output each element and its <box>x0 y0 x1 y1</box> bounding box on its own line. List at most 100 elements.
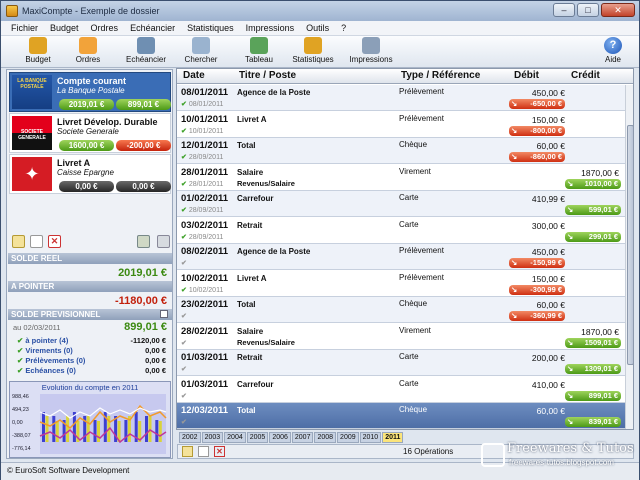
menu-item[interactable]: Statistiques <box>187 23 234 33</box>
check-icon[interactable]: ✔ <box>181 260 187 267</box>
table-row[interactable]: 01/02/2011 ✔ 28/09/2011 Carrefour Carte 410,… <box>177 191 625 217</box>
check-icon[interactable]: ✔ <box>181 234 187 241</box>
table-row[interactable]: 01/03/2011 ✔ Retrait Carte 200,00 € ↘ 1309,01… <box>177 350 625 376</box>
row-debit: 450,00 € <box>531 247 565 257</box>
toolbar-button[interactable]: Tableau <box>229 37 289 64</box>
year-tab[interactable]: 2010 <box>359 432 382 443</box>
row-type: Virement <box>399 325 431 335</box>
check-icon[interactable]: ✔ <box>181 313 187 320</box>
table-row[interactable]: 01/03/2011 ✔ Carrefour Carte 410,00 € ↘ 899,0… <box>177 377 625 403</box>
mini-chart-svg <box>39 394 167 454</box>
table-row[interactable]: 12/01/2011 ✔ 28/09/2011 Total Chèque 60,00 €… <box>177 138 625 164</box>
table-row[interactable]: 28/02/2011 ✔ Salaire Revenus/Salaire Vireme… <box>177 324 625 350</box>
check-icon[interactable]: ✔ <box>181 101 187 108</box>
col-type[interactable]: Type / Référence <box>401 70 480 81</box>
row-title: Total <box>237 406 256 415</box>
edit-account-icon[interactable] <box>30 235 43 248</box>
toolbar-button[interactable]: Ordres <box>58 37 118 64</box>
toolbar: ? Aide Budget Ordres Echéancier Chercher Tab… <box>1 36 639 68</box>
help-icon: ? <box>604 37 622 54</box>
toolbar-button[interactable]: Statistiques <box>283 37 343 64</box>
year-tab[interactable]: 2009 <box>337 432 359 443</box>
new-operation-icon[interactable] <box>182 446 193 457</box>
new-account-icon[interactable] <box>12 235 25 248</box>
table-row[interactable]: 28/01/2011 ✔ 28/01/2011 Salaire Revenus/Sal… <box>177 165 625 191</box>
toolbar-button[interactable]: Chercher <box>171 37 231 64</box>
check-icon[interactable]: ✔ <box>181 393 187 400</box>
year-tab[interactable]: 2007 <box>291 432 314 443</box>
check-icon[interactable]: ✔ <box>181 154 187 161</box>
forecast-detail-label: Echéances (0) <box>25 366 76 375</box>
menu-item[interactable]: Ordres <box>91 23 119 33</box>
close-button[interactable]: ✕ <box>601 3 635 17</box>
table-row[interactable]: 10/01/2011 ✔ 10/01/2011 Livret A Prélèvemen… <box>177 112 625 138</box>
table-row[interactable]: 03/02/2011 ✔ 28/09/2011 Retrait Carte 300,00… <box>177 218 625 244</box>
menu-bar: Fichier Budget Ordres Echéancier Statistique… <box>1 21 639 36</box>
row-debit: 60,00 € <box>536 406 565 416</box>
main-window: MaxiCompte - Exemple de dossier – □ ✕ Fi… <box>0 0 640 480</box>
year-tab[interactable]: 2005 <box>246 432 269 443</box>
check-icon[interactable]: ✔ <box>181 207 187 214</box>
year-tab[interactable]: 2006 <box>269 432 291 443</box>
year-tab[interactable]: 2004 <box>224 432 246 443</box>
table-row[interactable]: 08/01/2011 ✔ 08/01/2011 Agence de la Poste… <box>177 85 625 111</box>
year-tab[interactable]: 2011 <box>382 432 404 443</box>
col-date[interactable]: Date <box>183 70 205 81</box>
col-debit[interactable]: Débit <box>514 70 539 81</box>
check-icon[interactable]: ✔ <box>181 287 187 294</box>
menu-item[interactable]: Impressions <box>246 23 295 33</box>
account-item[interactable]: SOCIETE GENERALE Livret Dévelop. Durable S… <box>9 113 171 153</box>
table-row[interactable]: 12/03/2011 ✔ Total Chèque 60,00 € ↘ 839,01 € <box>177 403 625 429</box>
toolbar-button[interactable]: Echéancier <box>116 37 176 64</box>
calendar-icon[interactable] <box>160 310 168 318</box>
forecast-detail[interactable]: ✔ Prélèvements (0) <box>17 356 85 365</box>
mini-chart-bar <box>45 416 49 442</box>
forecast-detail[interactable]: ✔ Echéances (0) <box>17 366 76 375</box>
table-row[interactable]: 10/02/2011 ✔ 10/02/2011 Livret A Prélèvemen… <box>177 271 625 297</box>
row-balance: ↘ 839,01 € <box>565 417 621 427</box>
vertical-scrollbar[interactable] <box>625 85 633 429</box>
watermark-title: Freewares & Tutos <box>507 441 634 456</box>
calculator-icon[interactable] <box>137 235 150 248</box>
toolbar-button[interactable]: Impressions <box>341 37 401 64</box>
bank-logo: SOCIETE GENERALE <box>12 116 52 150</box>
watermark-logo-icon <box>481 443 505 467</box>
row-point-date: ✔ 28/01/2011 <box>181 180 223 188</box>
mini-chart: Evolution du compte en 2011 988,46 494,23… <box>9 381 171 458</box>
account-item[interactable]: ✦ Livret A Caisse Epargne 0,00 €0,00 € <box>9 154 171 194</box>
scroll-thumb[interactable] <box>627 125 633 365</box>
menu-item[interactable]: ? <box>341 23 346 33</box>
check-icon[interactable]: ✔ <box>181 340 187 347</box>
forecast-detail-value: 0,00 € <box>145 346 166 355</box>
year-tab[interactable]: 2003 <box>201 432 224 443</box>
account-item[interactable]: LA BANQUE POSTALE Compte courant La Banque… <box>9 72 171 112</box>
delete-account-icon[interactable]: ✕ <box>48 235 61 248</box>
row-date: 12/03/2011 <box>181 405 229 416</box>
delete-operation-icon[interactable]: ✕ <box>214 446 225 457</box>
check-icon[interactable]: ✔ <box>181 181 187 188</box>
forecast-detail[interactable]: ✔ à pointer (4) <box>17 336 68 345</box>
table-row[interactable]: 08/02/2011 ✔ Agence de la Poste Prélèvemen… <box>177 244 625 270</box>
year-tab[interactable]: 2002 <box>179 432 201 443</box>
check-icon[interactable]: ✔ <box>181 419 187 426</box>
print-icon[interactable] <box>157 235 170 248</box>
check-icon[interactable]: ✔ <box>181 128 187 135</box>
row-date: 12/01/2011 <box>181 140 229 151</box>
edit-operation-icon[interactable] <box>198 446 209 457</box>
minimize-button[interactable]: – <box>553 3 575 17</box>
check-icon[interactable]: ✔ <box>181 366 187 373</box>
col-titre[interactable]: Titre / Poste <box>239 70 296 81</box>
row-balance: ↘ -800,00 € <box>509 125 565 136</box>
menu-item[interactable]: Echéancier <box>130 23 175 33</box>
row-type: Carte <box>399 193 419 202</box>
col-credit[interactable]: Crédit <box>571 70 600 81</box>
menu-item[interactable]: Outils <box>306 23 329 33</box>
year-tab[interactable]: 2008 <box>314 432 337 443</box>
forecast-detail[interactable]: ✔ Virements (0) <box>17 346 73 355</box>
table-row[interactable]: 23/02/2011 ✔ Total Chèque 60,00 € ↘ -360,99 € <box>177 297 625 323</box>
row-title: Total <box>237 141 256 150</box>
help-button[interactable]: ? Aide <box>583 37 640 64</box>
maximize-button[interactable]: □ <box>577 3 599 17</box>
menu-item[interactable]: Budget <box>50 23 79 33</box>
menu-item[interactable]: Fichier <box>11 23 38 33</box>
